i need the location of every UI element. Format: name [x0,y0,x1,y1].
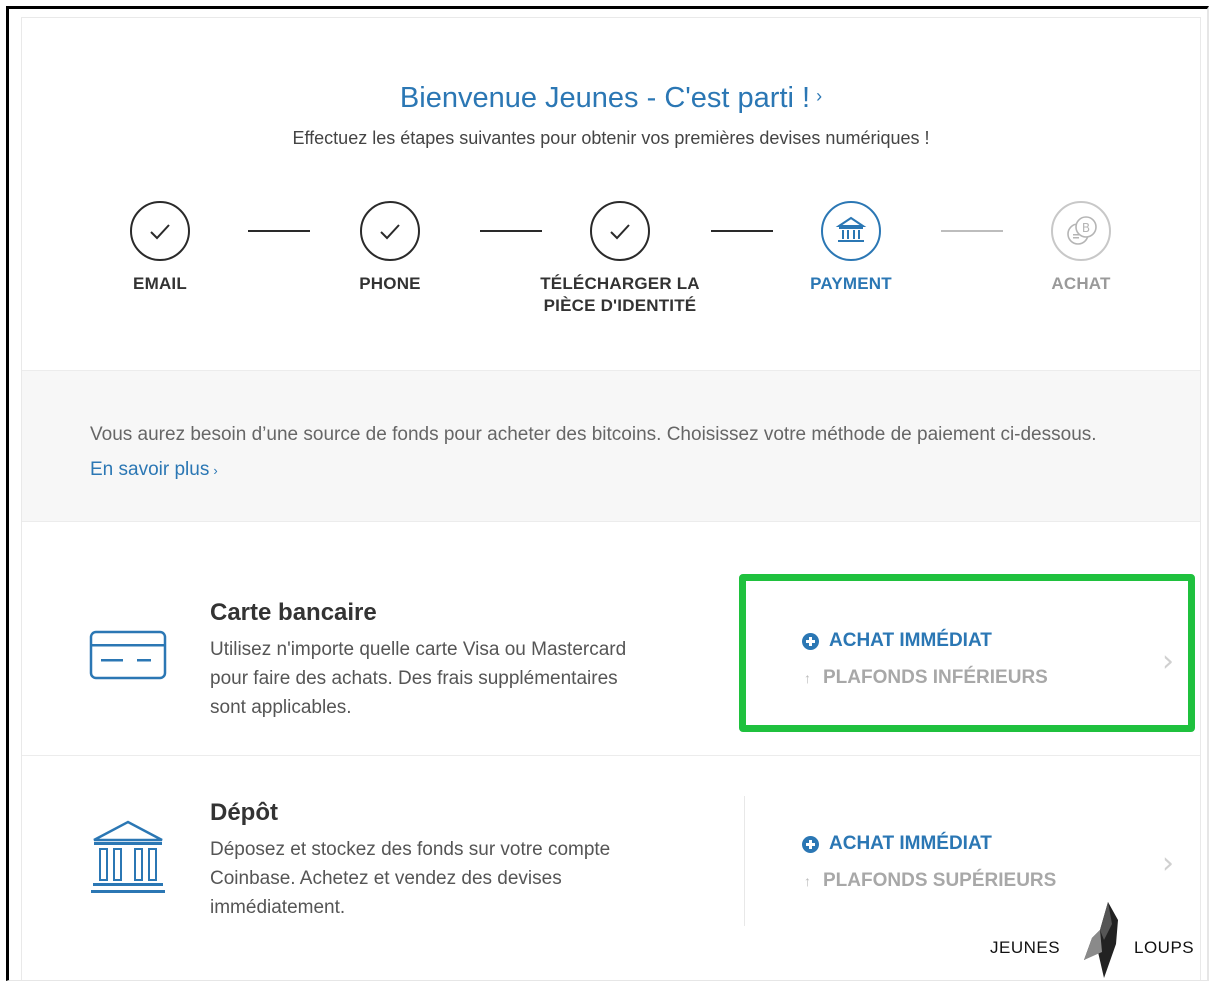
method-description: Déposez et stockez des fonds sur votre c… [210,839,611,918]
column-divider [744,796,745,926]
onboarding-card: Bienvenue Jeunes - C'est parti ! › Effect… [21,17,1201,980]
option-primary-label: ACHAT IMMÉDIAT [829,833,992,854]
credit-card-icon [89,630,167,687]
page-frame: Bienvenue Jeunes - C'est parti ! › Effect… [6,6,1209,981]
method-title: Dépôt [210,799,278,826]
page-title[interactable]: Bienvenue Jeunes - C'est parti ! › [22,82,1200,115]
step-email: EMAIL [60,201,260,295]
method-title: Carte bancaire [210,599,377,626]
chevron-right-icon: › [816,86,823,106]
step-label: TÉLÉCHARGER LA PIÈCE D'IDENTITÉ [540,274,700,315]
method-description: Utilisez n'importe quelle carte Visa ou … [210,639,627,718]
check-icon [130,201,190,261]
wolf-icon [1084,902,1118,978]
highlight-box [739,574,1195,732]
coins-icon: B [1051,201,1111,261]
step-label: PAYMENT [810,274,892,293]
bank-icon [90,818,166,901]
chevron-right-icon[interactable]: › [1162,846,1174,881]
watermark-logo: JEUNES LOUPS [990,898,1200,980]
plus-circle-icon [802,835,819,853]
arrow-up-icon: ↑ [804,873,811,889]
info-message: Vous aurez besoin d’une source de fonds … [90,424,1097,445]
check-icon [590,201,650,261]
option-instant-buy: ACHAT IMMÉDIAT [802,833,1152,855]
info-text: Vous aurez besoin d’une source de fonds … [90,417,1100,488]
info-band: Vous aurez besoin d’une source de fonds … [22,370,1200,522]
learn-more-link[interactable]: En savoir plus › [90,459,218,480]
check-icon [360,201,420,261]
step-label: ACHAT [1051,274,1111,293]
bank-icon [821,201,881,261]
learn-more-label: En savoir plus [90,459,210,480]
step-payment: PAYMENT [751,201,951,295]
watermark-right-word: LOUPS [1134,938,1195,957]
svg-text:B: B [1082,221,1090,235]
step-id-upload: TÉLÉCHARGER LA PIÈCE D'IDENTITÉ [520,201,720,317]
step-achat: B ACHAT [981,201,1181,295]
step-label: PHONE [359,274,421,293]
step-phone: PHONE [290,201,490,295]
page-title-text: Bienvenue Jeunes - C'est parti ! [399,82,811,114]
watermark-left-word: JEUNES [990,938,1061,957]
page-subtitle: Effectuez les étapes suivantes pour obte… [292,128,930,148]
step-label: EMAIL [133,274,187,293]
chevron-right-icon: › [213,463,218,478]
method-options: ACHAT IMMÉDIAT ↑ PLAFONDS SUPÉRIEURS [802,833,1152,892]
option-secondary-label: PLAFONDS SUPÉRIEURS [823,870,1057,891]
option-limits: ↑ PLAFONDS SUPÉRIEURS [802,870,1152,892]
